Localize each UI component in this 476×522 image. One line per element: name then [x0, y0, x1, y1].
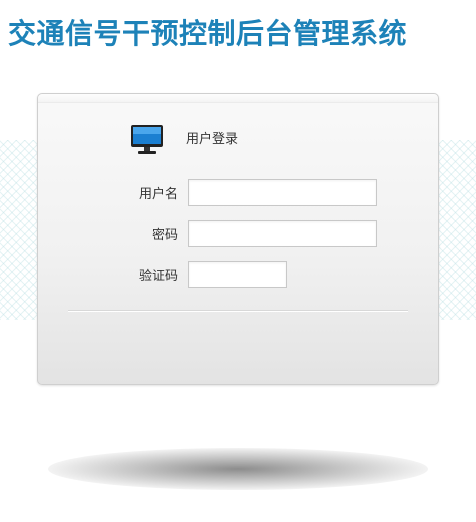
- captcha-row: 验证码: [98, 260, 287, 288]
- password-input[interactable]: [188, 219, 377, 247]
- username-label: 用户名: [138, 186, 178, 202]
- login-header: 用户登录: [130, 124, 238, 156]
- captcha-input[interactable]: [188, 260, 287, 288]
- page-title: 交通信号干预控制后台管理系统: [8, 17, 408, 50]
- captcha-label: 验证码: [138, 268, 178, 284]
- username-input[interactable]: [188, 178, 377, 206]
- login-panel-top-edge: [38, 94, 438, 103]
- password-label: 密码: [151, 227, 178, 243]
- username-row: 用户名: [98, 178, 377, 206]
- login-panel: 用户登录 用户名 密码 验证码: [37, 93, 439, 385]
- monitor-icon: [130, 124, 164, 156]
- panel-divider: [68, 310, 408, 312]
- panel-floor-shadow: [48, 448, 428, 490]
- password-row: 密码: [98, 219, 377, 247]
- login-title: 用户登录: [186, 132, 239, 147]
